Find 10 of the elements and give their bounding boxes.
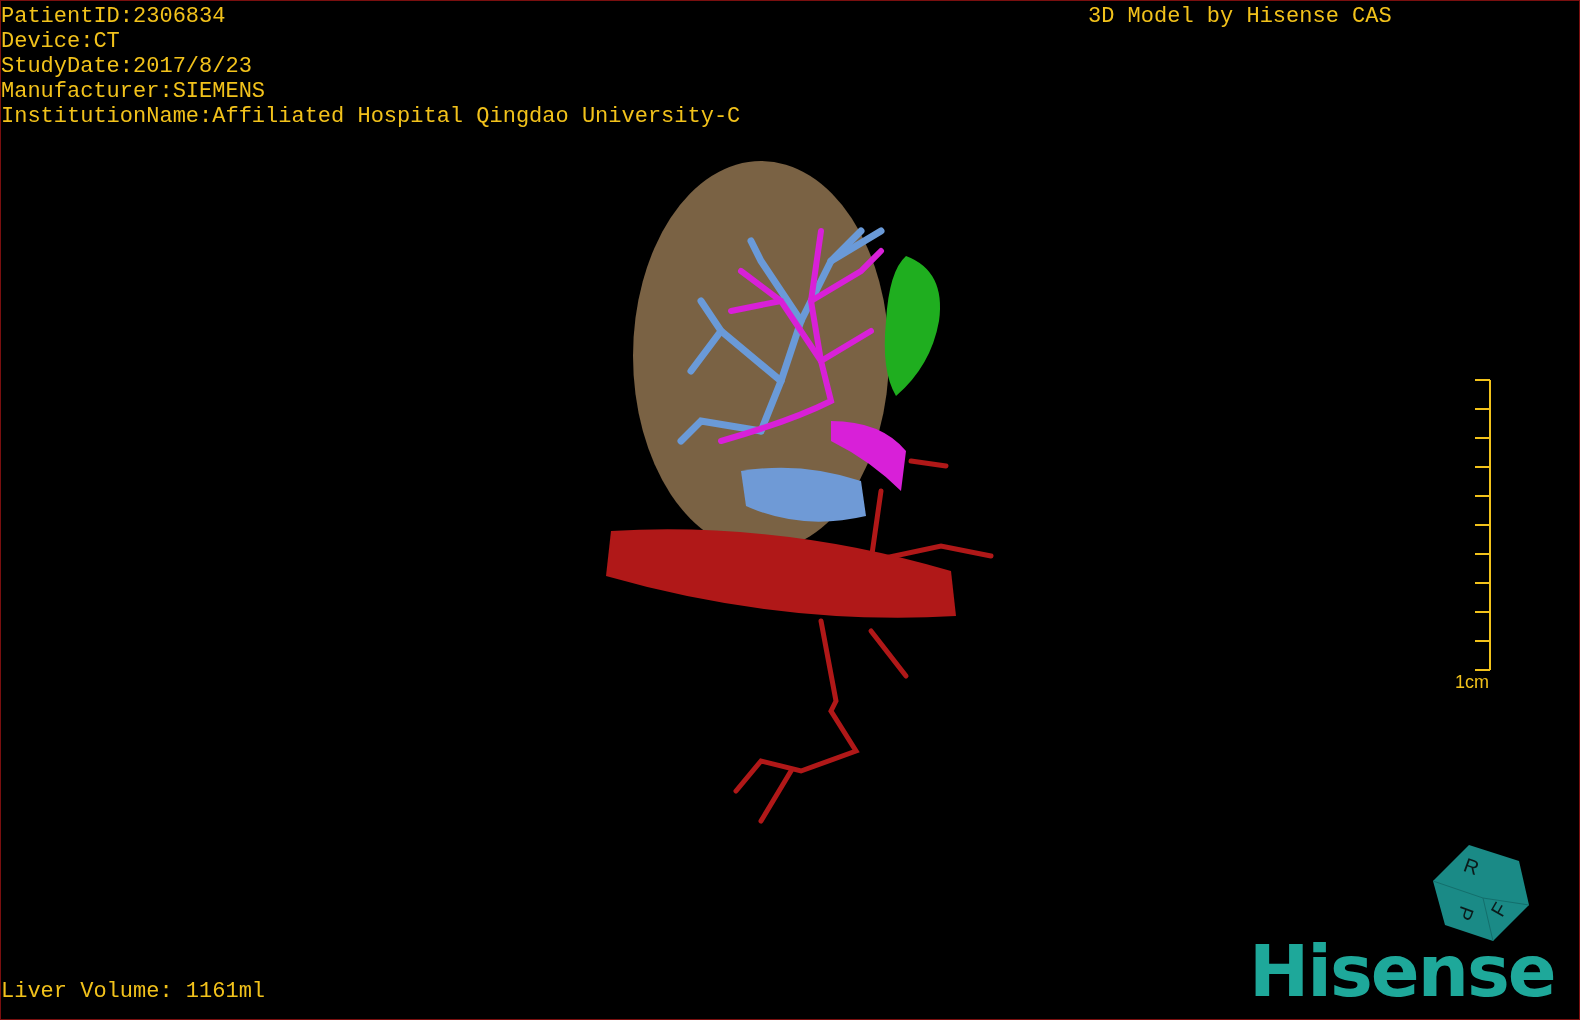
scale-bar-icon bbox=[1473, 379, 1493, 671]
scale-label: 1cm bbox=[1455, 671, 1489, 693]
patient-info-text: InstitutionName:Affiliated Hospital Qingdao University-C bbox=[1, 104, 741, 129]
liver-volume-text: Liver Volume: 1161ml bbox=[1, 979, 266, 1004]
viewer-title: 3D Model by Hisense CAS bbox=[1088, 4, 1392, 29]
orientation-cube[interactable]: R F P bbox=[1431, 843, 1531, 943]
patient-info-text: Device:CT bbox=[1, 29, 121, 54]
patient-info-text: PatientID:2306834 bbox=[1, 4, 227, 29]
patient-info-text: Manufacturer:SIEMENS bbox=[1, 79, 267, 104]
patient-info-text: StudyDate:2017/8/23 bbox=[1, 54, 253, 79]
